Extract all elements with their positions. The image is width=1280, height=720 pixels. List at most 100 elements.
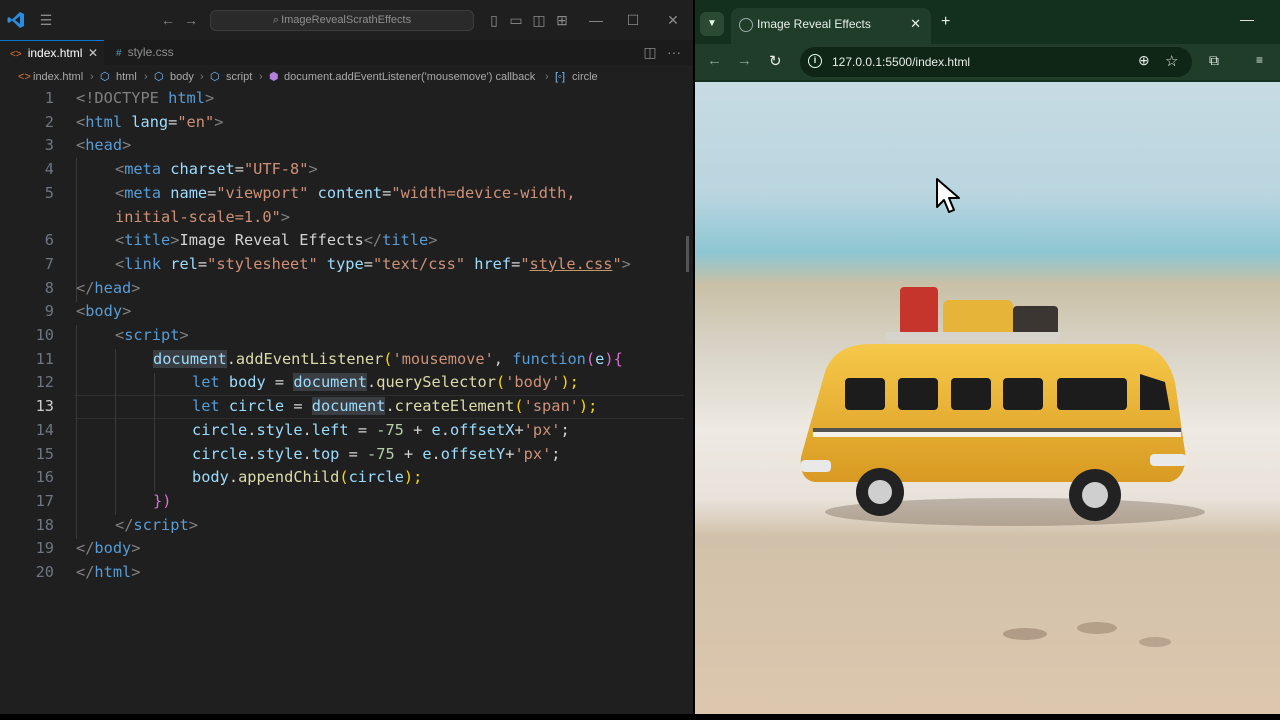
arrow-right-icon[interactable]: → <box>737 52 752 69</box>
browser-window: ▼ Image Reveal Effects ✕ + — ← → ↻ i 127… <box>695 0 1280 714</box>
code-line-current: let circle = document.createElement('spa… <box>192 397 598 416</box>
code-line: <html lang="en"> <box>76 112 224 131</box>
line-number: 12 <box>35 373 54 392</box>
vscode-logo-icon <box>7 12 24 28</box>
code-editor[interactable]: 1 2 3 4 5 6 7 8 9 10 11 12 13 14 15 16 1… <box>0 87 693 714</box>
reading-list-icon[interactable]: ≡ <box>1256 53 1263 67</box>
code-line: </head> <box>76 278 141 297</box>
line-number: 10 <box>35 326 54 344</box>
code-line: <link rel="stylesheet" type="text/css" h… <box>115 254 631 273</box>
browser-tab[interactable]: Image Reveal Effects ✕ <box>731 8 931 44</box>
breadcrumb-item[interactable]: circle <box>572 67 598 87</box>
variable-icon: [◦] <box>555 71 566 83</box>
tab-label: style.css <box>127 45 174 59</box>
code-line: <!DOCTYPE html> <box>76 89 215 107</box>
breadcrumb-item[interactable]: script <box>226 67 252 87</box>
line-number: 16 <box>35 468 54 487</box>
line-number: 7 <box>44 254 54 273</box>
more-actions-icon[interactable]: ··· <box>664 42 684 62</box>
breadcrumb-item[interactable]: document.addEventListener('mousemove') c… <box>284 67 535 87</box>
breadcrumb-item[interactable]: body <box>170 67 194 87</box>
line-number: 5 <box>44 183 54 202</box>
code-line: <script> <box>115 326 189 344</box>
code-line: let body = document.querySelector('body'… <box>192 373 579 392</box>
indent-guide <box>76 325 77 539</box>
line-number: 14 <box>35 420 54 439</box>
code-line: }) <box>153 491 172 510</box>
browser-tabstrip: ▼ Image Reveal Effects ✕ + — <box>695 0 1280 44</box>
line-number: 1 <box>44 89 54 107</box>
command-center-search[interactable]: ⌕ ImageRevealScrathEffects <box>210 10 474 31</box>
arrow-left-icon[interactable]: ← <box>707 52 722 69</box>
puzzle-icon[interactable]: ⧉ <box>1209 52 1219 69</box>
line-number: 20 <box>35 563 54 581</box>
line-number: 4 <box>44 160 54 179</box>
line-number: 2 <box>44 112 54 131</box>
line-number: 19 <box>35 539 54 558</box>
reload-icon[interactable]: ↻ <box>769 52 782 70</box>
address-bar[interactable]: i 127.0.0.1:5500/index.html ⊕ ☆ <box>800 47 1192 77</box>
vscode-window: ☰ ← → ⌕ ImageRevealScrathEffects ▯ ▭ ◫ ⊞ … <box>0 0 693 714</box>
html-file-icon: <> <box>18 71 31 83</box>
chevron-right-icon: › <box>90 71 94 83</box>
browser-toolbar: ← → ↻ i 127.0.0.1:5500/index.html ⊕ ☆ ⧉ … <box>695 44 1280 80</box>
search-text: ImageRevealScrathEffects <box>281 14 412 26</box>
line-number: 11 <box>35 349 54 368</box>
toggle-secondary-sidebar-icon[interactable]: ◫ <box>529 10 549 30</box>
star-icon[interactable]: ☆ <box>1165 52 1178 70</box>
toggle-panel-icon[interactable]: ▭ <box>506 10 526 30</box>
function-icon: ⬢ <box>269 71 279 83</box>
line-number: 15 <box>35 444 54 463</box>
arrow-left-icon[interactable]: ← <box>158 10 178 30</box>
close-tab-icon[interactable]: ✕ <box>88 41 98 66</box>
beach-bus-photo <box>695 82 1280 714</box>
css-file-icon: # <box>116 48 122 59</box>
code-line: <meta charset="UTF-8"> <box>115 160 318 179</box>
vscode-titlebar: ☰ ← → ⌕ ImageRevealScrathEffects ▯ ▭ ◫ ⊞ … <box>0 0 693 40</box>
code-line: <body> <box>76 302 132 321</box>
mouse-pointer-icon <box>936 178 960 213</box>
chevron-right-icon: › <box>200 71 204 83</box>
indent-guide <box>154 373 155 491</box>
page-viewport[interactable] <box>695 82 1280 714</box>
info-icon[interactable]: i <box>808 54 822 68</box>
code-line: body.appendChild(circle); <box>192 468 423 487</box>
code-line: <head> <box>76 136 132 155</box>
globe-icon <box>739 18 753 32</box>
code-line: </script> <box>115 515 198 534</box>
element-icon: ⬡ <box>210 71 220 83</box>
chevron-right-icon: › <box>144 71 148 83</box>
search-icon: ⌕ <box>272 14 280 26</box>
url-text[interactable]: 127.0.0.1:5500/index.html <box>832 55 970 69</box>
toggle-primary-sidebar-icon[interactable]: ▯ <box>484 10 504 30</box>
line-number: 3 <box>44 136 54 155</box>
maximize-icon[interactable]: ☐ <box>623 10 643 30</box>
chevron-right-icon: › <box>545 71 549 83</box>
minimize-icon[interactable]: — <box>1240 11 1254 27</box>
customize-layout-icon[interactable]: ⊞ <box>552 10 572 30</box>
code-line: circle.style.top = -75 + e.offsetY+'px'; <box>192 444 561 463</box>
tab-index-html[interactable]: <> index.html ✕ <box>0 40 104 65</box>
breadcrumb-item[interactable]: html <box>116 67 137 87</box>
close-window-icon[interactable]: ✕ <box>663 10 683 30</box>
code-line: <title>Image Reveal Effects</title> <box>115 231 438 250</box>
plus-icon[interactable]: + <box>941 13 950 31</box>
split-editor-icon[interactable]: ◫ <box>640 42 660 62</box>
breadcrumb: <> index.html › ⬡ html › ⬡ body › ⬡ scri… <box>0 67 693 87</box>
arrow-right-icon[interactable]: → <box>181 10 201 30</box>
chevron-right-icon: › <box>259 71 263 83</box>
close-tab-icon[interactable]: ✕ <box>910 16 921 32</box>
tab-style-css[interactable]: # style.css <box>106 40 206 65</box>
minimize-icon[interactable]: — <box>586 10 606 30</box>
element-icon: ⬡ <box>154 71 164 83</box>
hamburger-icon[interactable]: ☰ <box>36 10 56 30</box>
html-file-icon: <> <box>10 49 22 60</box>
code-line: </body> <box>76 539 141 558</box>
zoom-icon[interactable]: ⊕ <box>1138 52 1150 69</box>
breadcrumb-item[interactable]: index.html <box>33 67 83 87</box>
code-line: document.addEventListener('mousemove', f… <box>153 349 623 368</box>
chevron-down-icon[interactable]: ▼ <box>700 12 724 36</box>
editor-scrollbar[interactable] <box>686 236 689 272</box>
code-line: </html> <box>76 563 141 581</box>
line-number: 17 <box>35 491 54 510</box>
